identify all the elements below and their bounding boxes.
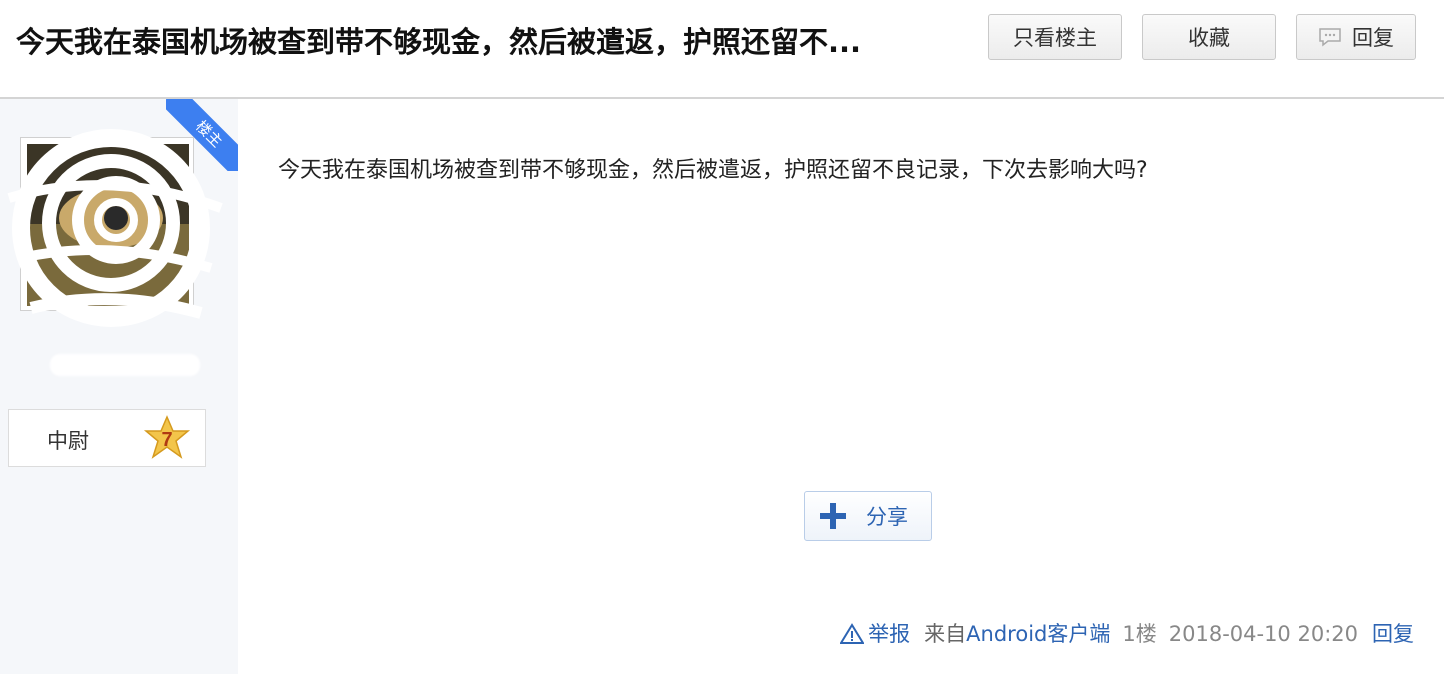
favorite-button[interactable]: 收藏 (1142, 14, 1276, 60)
source-prefix: 来自 (924, 622, 967, 646)
only-op-button[interactable]: 只看楼主 (988, 14, 1122, 60)
reply-link[interactable]: 回复 (1372, 620, 1414, 648)
share-button[interactable]: 分享 (804, 491, 932, 541)
favorite-label: 收藏 (1188, 26, 1230, 50)
post-footer: 举报 来自 Android客户端 1楼 2018-04-10 20:20 回复 (840, 620, 1414, 648)
rank-level: 7 (161, 429, 172, 451)
warning-icon (840, 623, 865, 644)
report-link[interactable]: 举报 (840, 620, 910, 648)
only-op-label: 只看楼主 (1013, 26, 1097, 50)
thread-header: 今天我在泰国机场被查到带不够现金，然后被遣返，护照还留不... 只看楼主 收藏 … (0, 0, 1444, 99)
floor-number: 1楼 (1122, 622, 1157, 646)
username-redacted (50, 354, 200, 376)
share-label: 分享 (866, 505, 908, 529)
star-badge-icon: 7 (143, 415, 191, 459)
comment-icon (1319, 28, 1341, 47)
client-link[interactable]: Android客户端 (966, 620, 1110, 648)
report-label: 举报 (868, 622, 911, 646)
reply-button[interactable]: 回复 (1296, 14, 1416, 60)
author-sidebar: 楼主 中尉 7 (0, 99, 238, 674)
post-content: 今天我在泰国机场被查到带不够现金，然后被遣返，护照还留不良记录，下次去影响大吗? (278, 158, 1148, 183)
rank-box: 中尉 7 (8, 409, 206, 467)
reply-label: 回复 (1352, 26, 1394, 50)
thread-title: 今天我在泰国机场被查到带不够现金，然后被遣返，护照还留不... (16, 25, 862, 59)
post-timestamp: 2018-04-10 20:20 (1168, 622, 1358, 646)
plus-icon (820, 503, 846, 529)
avatar-image (7, 129, 223, 327)
avatar[interactable] (7, 129, 223, 327)
rank-title: 中尉 (47, 429, 89, 453)
